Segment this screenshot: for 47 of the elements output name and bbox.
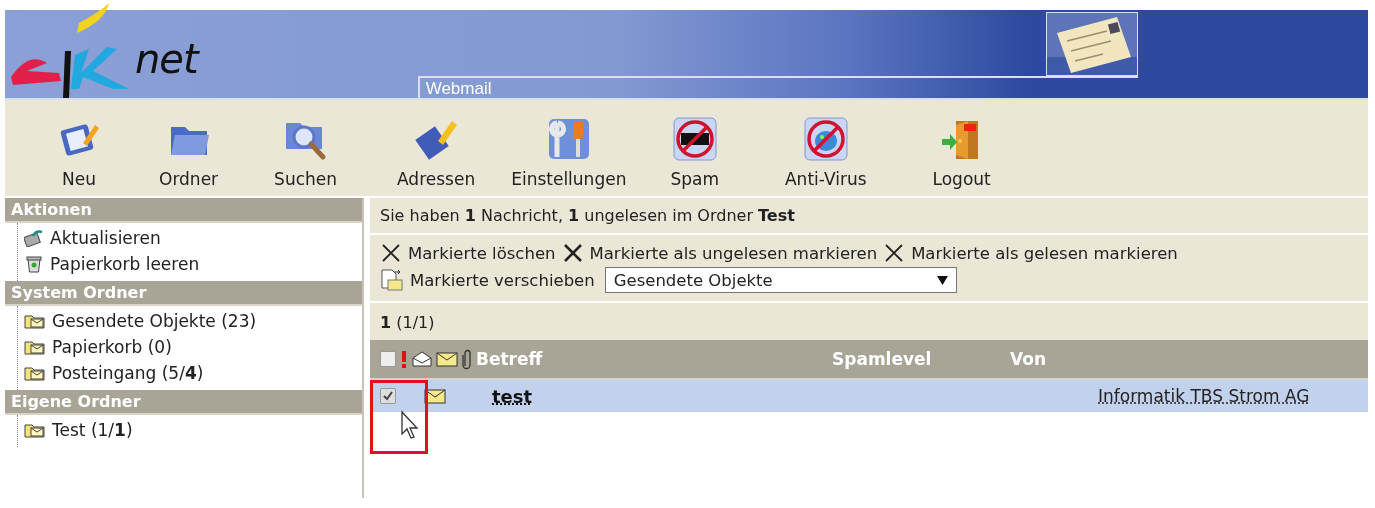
- row-checkbox[interactable]: [380, 388, 396, 404]
- toolbar-button[interactable]: Neu: [57, 117, 101, 189]
- no-spam-icon: [672, 117, 717, 161]
- toolbar-button[interactable]: Anti-Virus: [785, 117, 867, 189]
- action-link[interactable]: Markierte als ungelesen markieren: [561, 243, 878, 263]
- toolbar-button[interactable]: Ordner: [159, 117, 219, 189]
- toolbar-button[interactable]: Suchen: [274, 117, 337, 189]
- status-text: Sie haben 1 Nachricht, 1 ungelesen im Ordner Test: [370, 198, 1368, 235]
- mail-folder-icon: [24, 338, 46, 356]
- move-document-icon: [380, 268, 404, 292]
- message-subject[interactable]: test: [492, 385, 928, 407]
- toolbar-button[interactable]: Einstellungen: [511, 117, 627, 189]
- mail-folder-icon: [24, 364, 46, 382]
- mail-folder-icon: [24, 312, 46, 330]
- dropdown-arrow-icon: [936, 275, 948, 285]
- mail-folder-icon: [24, 421, 46, 439]
- open-envelope-icon: [412, 351, 432, 367]
- trash-icon: [24, 255, 44, 273]
- sidebar-item[interactable]: Papierkorb (0): [52, 334, 172, 360]
- cross-icon: [380, 243, 402, 263]
- toolbar-button[interactable]: Logout: [932, 117, 991, 189]
- sidebar-item[interactable]: Papierkorb leeren: [50, 251, 200, 277]
- no-virus-icon: [803, 117, 848, 161]
- page-info: 1 (1/1): [379, 312, 436, 334]
- paperclip-icon: [462, 348, 472, 370]
- sidebar-item[interactable]: Test (1/1): [52, 417, 133, 443]
- logo-text: net: [135, 36, 198, 82]
- sidebar-item[interactable]: Gesendete Objekte (23): [52, 308, 257, 334]
- select-all-checkbox[interactable]: [380, 351, 396, 367]
- sidebar-section-header: Aktionen: [5, 198, 362, 223]
- cross-icon: [561, 243, 584, 263]
- message-row[interactable]: test Informatik TBS Strom AG: [370, 380, 1368, 412]
- toolbar-button[interactable]: Adressen: [397, 117, 476, 189]
- sidebar-item[interactable]: Aktualisieren: [50, 225, 161, 251]
- action-link[interactable]: Markierte verschieben: [380, 268, 595, 292]
- cross-icon: [883, 243, 906, 263]
- envelope-icon: [436, 351, 458, 367]
- folder-dropdown[interactable]: Gesendete Objekte: [604, 267, 957, 293]
- sidebar-section-header: Eigene Ordner: [5, 390, 362, 415]
- settings-icon: [546, 117, 591, 161]
- toolbar-button[interactable]: Spam: [670, 117, 719, 189]
- action-link[interactable]: Markierte löschen: [380, 243, 556, 263]
- sidebar-section-header: System Ordner: [5, 281, 362, 306]
- sender-link[interactable]: Informatik TBS Strom AG: [1098, 386, 1310, 406]
- action-link[interactable]: Markierte als gelesen markieren: [883, 243, 1178, 263]
- sidebar-item[interactable]: Posteingang (5/4): [52, 360, 204, 386]
- priority-icon: [400, 350, 408, 368]
